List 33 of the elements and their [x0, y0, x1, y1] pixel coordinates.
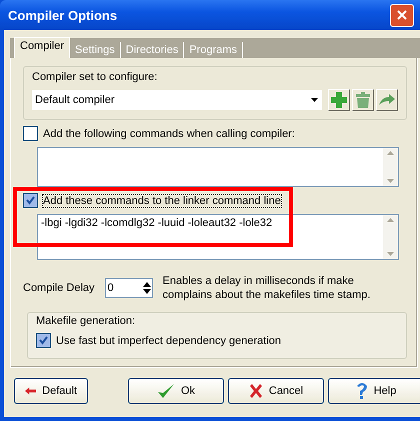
checkbox-label: Add these commands to the linker command line [43, 194, 281, 206]
x-icon [248, 384, 263, 398]
close-icon [397, 10, 407, 20]
checkbox[interactable] [36, 333, 51, 348]
delete-button[interactable] [352, 89, 374, 111]
close-button[interactable] [390, 4, 414, 26]
default-button[interactable]: Default [14, 378, 88, 404]
compiler-dropdown[interactable]: Default compiler [32, 90, 322, 110]
checkbox[interactable] [23, 193, 38, 208]
ok-button[interactable]: Ok [128, 378, 224, 404]
question-mark-icon [356, 382, 368, 400]
field-label: Compile Delay [23, 282, 95, 294]
linker-commands-field[interactable]: -lbgi -lgdi32 -lcomdlg32 -luuid -loleaut32 -lole32 [37, 214, 399, 260]
dropdown-arrow-icon [311, 98, 318, 102]
arrow-icon [25, 386, 36, 396]
plus-icon [331, 92, 347, 108]
group-label: Compiler set to configure: [32, 71, 158, 83]
add-button[interactable] [328, 89, 350, 111]
tab[interactable]: Compiler [14, 37, 70, 58]
checkbox[interactable] [23, 126, 38, 141]
rename-button[interactable] [376, 89, 398, 111]
delay-spinner[interactable]: 0 [104, 278, 153, 298]
cancel-button[interactable]: Cancel [228, 378, 324, 404]
commands-field[interactable] [37, 147, 399, 187]
checkbox-label: Use fast but imperfect dependency generation [56, 334, 282, 346]
arrow-icon [379, 94, 395, 106]
hint-text: Enables a delay in milliseconds if make complains about the makefiles time stamp. [162, 274, 372, 302]
checkbox-label: Add the following commands when calling compiler: [43, 128, 295, 140]
group-label: Makefile generation: [36, 315, 136, 327]
trash-icon [356, 92, 370, 108]
checkmark-icon [156, 383, 175, 399]
help-button[interactable]: Help [328, 378, 420, 404]
window-title: Compiler Options [8, 8, 118, 22]
